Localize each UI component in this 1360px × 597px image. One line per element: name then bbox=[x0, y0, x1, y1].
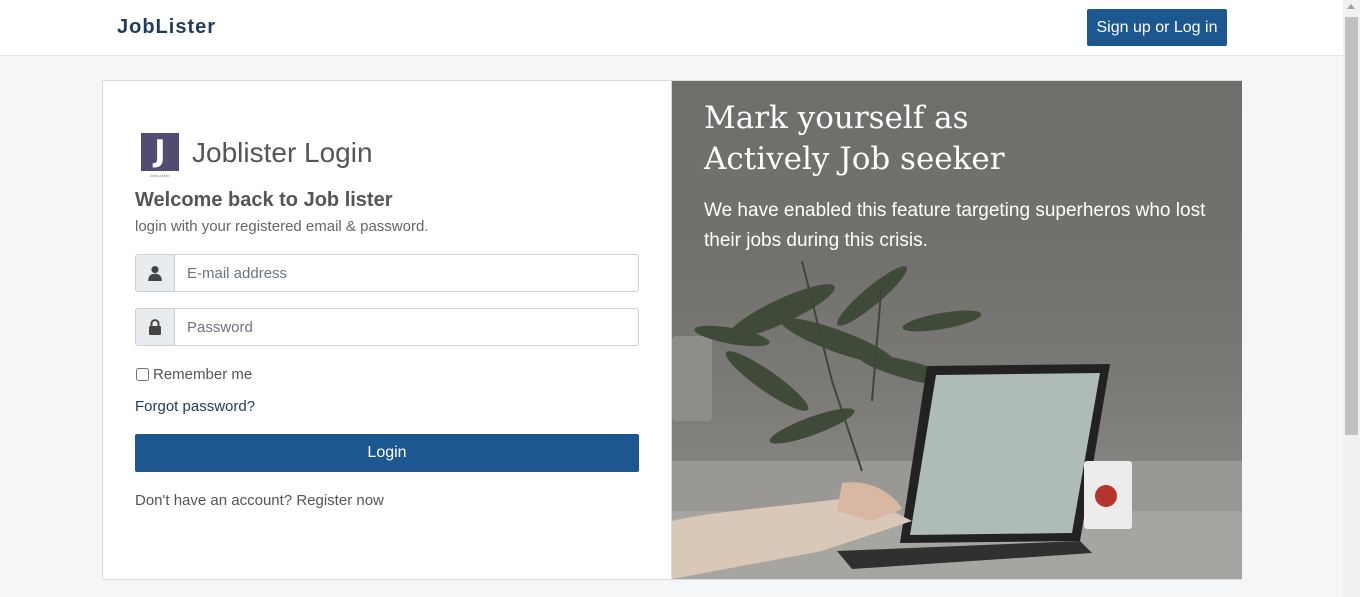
password-input-group bbox=[135, 308, 639, 346]
register-prompt: Don't have an account? Register now bbox=[135, 492, 384, 509]
email-input[interactable] bbox=[175, 255, 638, 291]
top-navbar: JobLister Sign up or Log in bbox=[0, 0, 1343, 56]
welcome-heading: Welcome back to Job lister bbox=[135, 189, 393, 211]
promo-heading: Mark yourself as Actively Job seeker bbox=[704, 98, 1005, 180]
logo-caption: JobLister bbox=[149, 173, 171, 178]
login-card: J JobLister Joblister Login Welcome back… bbox=[102, 80, 1242, 580]
scroll-up-arrow-icon[interactable] bbox=[1347, 4, 1355, 9]
remember-me-text: Remember me bbox=[153, 366, 253, 383]
email-input-group bbox=[135, 254, 639, 292]
remember-me-checkbox[interactable] bbox=[136, 368, 149, 381]
user-icon bbox=[136, 255, 175, 291]
promo-heading-line1: Mark yourself as bbox=[704, 100, 969, 136]
lock-icon bbox=[136, 309, 175, 345]
brand-logo[interactable]: JobLister bbox=[117, 16, 216, 39]
signup-login-button[interactable]: Sign up or Log in bbox=[1087, 9, 1227, 46]
register-prompt-text: Don't have an account? bbox=[135, 492, 293, 509]
register-now-link[interactable]: Register now bbox=[296, 492, 384, 509]
login-pane: J JobLister Joblister Login Welcome back… bbox=[103, 81, 672, 579]
login-button[interactable]: Login bbox=[135, 434, 639, 472]
promo-pane: Mark yourself as Actively Job seeker We … bbox=[672, 81, 1242, 579]
page-scrollbar[interactable] bbox=[1343, 0, 1360, 597]
login-title: Joblister Login bbox=[192, 137, 373, 168]
scroll-thumb[interactable] bbox=[1345, 17, 1358, 435]
promo-text: We have enabled this feature targeting s… bbox=[704, 200, 1206, 251]
password-input[interactable] bbox=[175, 309, 638, 345]
remember-me-label[interactable]: Remember me bbox=[135, 366, 252, 383]
promo-heading-line2: Actively Job seeker bbox=[704, 141, 1005, 177]
login-subtitle: login with your registered email & passw… bbox=[135, 218, 429, 235]
joblister-logo: J JobLister bbox=[141, 133, 179, 179]
forgot-password-link[interactable]: Forgot password? bbox=[135, 398, 255, 415]
logo-letter: J bbox=[141, 133, 179, 171]
